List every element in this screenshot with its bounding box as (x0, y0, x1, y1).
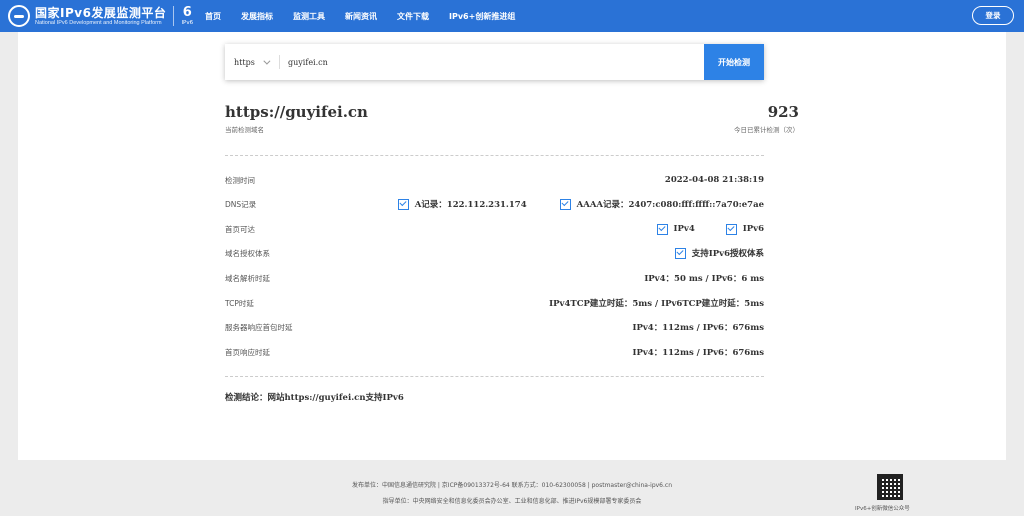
row-tcp-delay: TCP时延 IPv4TCP建立时延：5ms / IPv6TCP建立时延：5ms (225, 296, 764, 310)
row-value: IPv4：112ms / IPv6：676ms (632, 348, 764, 358)
nav-item-indicators[interactable]: 发展指标 (241, 11, 273, 22)
row-detect-time: 检测时间 2022-04-08 21:38:19 (225, 173, 764, 187)
qr-label: IPv6+创新微信公众号 (855, 506, 910, 512)
ipv6-logo-icon: 6 (182, 4, 192, 20)
check-icon (559, 198, 571, 210)
logo-title: 国家IPv6发展监测平台 (35, 5, 167, 20)
nav-item-home[interactable]: 首页 (205, 11, 221, 22)
row-value: IPv4：50 ms / IPv6：6 ms (644, 274, 764, 284)
detect-conclusion: 检测结论：网站https://guyifei.cn支持IPv6 (225, 393, 404, 403)
result-domain: https://guyifei.cn (225, 103, 368, 121)
row-resolve-delay: 域名解析时延 IPv4：50 ms / IPv6：6 ms (225, 271, 764, 285)
dns-aaaa-record: AAAA记录：2407:c080:fff:ffff::7a70:e7ae (559, 198, 764, 210)
divider-bottom (225, 376, 764, 377)
top-header: 国家IPv6发展监测平台 National IPv6 Development a… (0, 0, 1024, 32)
home-ipv4: IPv4 (656, 223, 695, 235)
row-domain-auth: 域名授权体系 支持IPv6授权体系 (225, 246, 764, 260)
ipv6-badge: 6 IPv6 (181, 4, 194, 27)
ipv6-badge-label: IPv6 (181, 19, 194, 26)
row-label: 服务器响应首包时延 (225, 322, 293, 332)
site-logo[interactable]: 国家IPv6发展监测平台 National IPv6 Development a… (8, 3, 193, 29)
footer-publisher: 发布单位：中国信息通信研究院 | 京ICP备09013372号-64 联系方式：… (351, 482, 673, 489)
row-first-packet-delay: 服务器响应首包时延 IPv4：112ms / IPv6：676ms (225, 320, 764, 334)
divider-top (225, 155, 764, 156)
home-ipv6: IPv6 (725, 223, 764, 235)
row-label: 首页可达 (225, 224, 255, 234)
main-nav: 首页 发展指标 监测工具 新闻资讯 文件下载 IPv6+创新推进组 (205, 0, 535, 32)
row-value: IPv4：112ms / IPv6：676ms (632, 323, 764, 333)
row-home-reachable: 首页可达 IPv4 IPv6 (225, 222, 764, 236)
chevron-down-icon (263, 57, 271, 65)
check-icon (725, 223, 737, 235)
auth-support: 支持IPv6授权体系 (674, 247, 764, 259)
start-detect-button[interactable]: 开始检测 (704, 44, 764, 80)
row-value: IPv4TCP建立时延：5ms / IPv6TCP建立时延：5ms (549, 299, 764, 309)
check-icon (397, 198, 409, 210)
check-icon (674, 247, 686, 259)
row-value: 2022-04-08 21:38:19 (664, 175, 764, 185)
detect-count-label: 今日已累计检测（次） (734, 126, 799, 134)
detect-count: 923 (767, 103, 799, 121)
row-label: 域名解析时延 (225, 273, 270, 283)
row-label: DNS记录 (225, 199, 257, 209)
nav-item-ipv6-plus[interactable]: IPv6+创新推进组 (449, 11, 515, 22)
nav-item-downloads[interactable]: 文件下载 (397, 11, 429, 22)
protocol-value: https (234, 57, 255, 67)
qr-code-icon (877, 474, 903, 500)
nav-item-news[interactable]: 新闻资讯 (345, 11, 377, 22)
nav-item-monitor-tools[interactable]: 监测工具 (293, 11, 325, 22)
search-bar: https 开始检测 (225, 44, 764, 80)
row-label: 首页响应时延 (225, 347, 270, 357)
row-home-response-delay: 首页响应时延 IPv4：112ms / IPv6：676ms (225, 345, 764, 359)
row-label: TCP时延 (225, 298, 254, 308)
row-dns: DNS记录 A记录：122.112.231.174 AAAA记录：2407:c0… (225, 197, 764, 211)
row-label: 检测时间 (225, 175, 255, 185)
domain-input[interactable] (280, 44, 704, 80)
logo-globe-icon (8, 5, 30, 27)
logo-subtitle: National IPv6 Development and Monitoring… (35, 19, 162, 26)
result-domain-label: 当前检测域名 (225, 126, 264, 134)
dns-a-record: A记录：122.112.231.174 (397, 198, 527, 210)
check-icon (656, 223, 668, 235)
row-label: 域名授权体系 (225, 248, 270, 258)
logo-separator (173, 6, 175, 26)
login-button[interactable]: 登录 (972, 6, 1014, 25)
protocol-select[interactable]: https (225, 57, 275, 67)
